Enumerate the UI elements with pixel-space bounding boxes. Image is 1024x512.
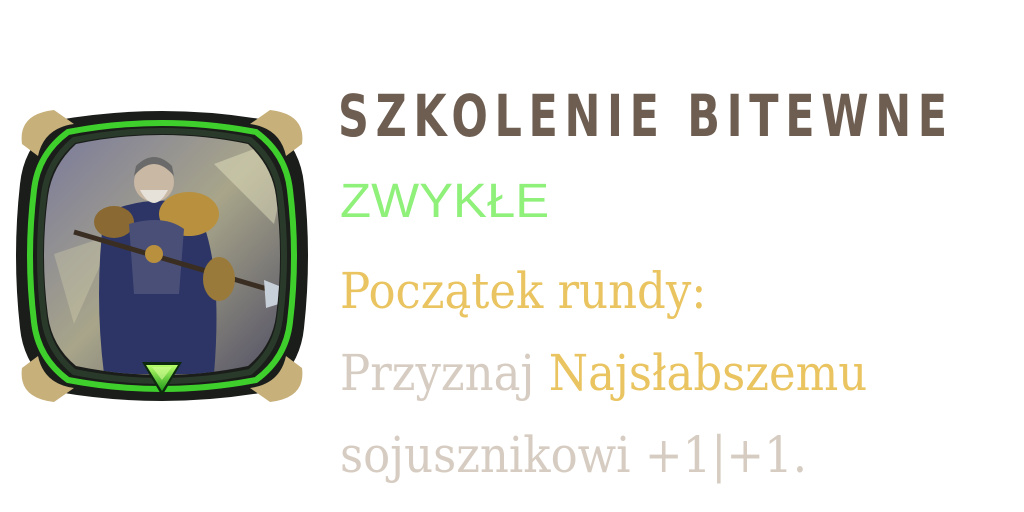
knight-portrait-icon <box>16 110 308 402</box>
ability-part-1: Przyznaj <box>340 344 549 402</box>
ability-keyword: Najsłabszemu <box>548 344 868 402</box>
ability-line-1: Przyznaj Najsłabszemu <box>340 332 952 414</box>
ability-text: Początek rundy: Przyznaj Najsłabszemu so… <box>340 250 1020 496</box>
rarity-label: ZWYKŁE <box>340 175 550 228</box>
card-portrait <box>14 104 310 408</box>
card-tooltip: SZKOLENIE BITEWNE ZWYKŁE Początek rundy:… <box>0 0 1024 512</box>
card-title: SZKOLENIE BITEWNE <box>338 82 954 150</box>
ability-line-2: sojusznikowi +1|+1. <box>340 426 808 484</box>
ability-trigger: Początek rundy: <box>340 262 707 320</box>
